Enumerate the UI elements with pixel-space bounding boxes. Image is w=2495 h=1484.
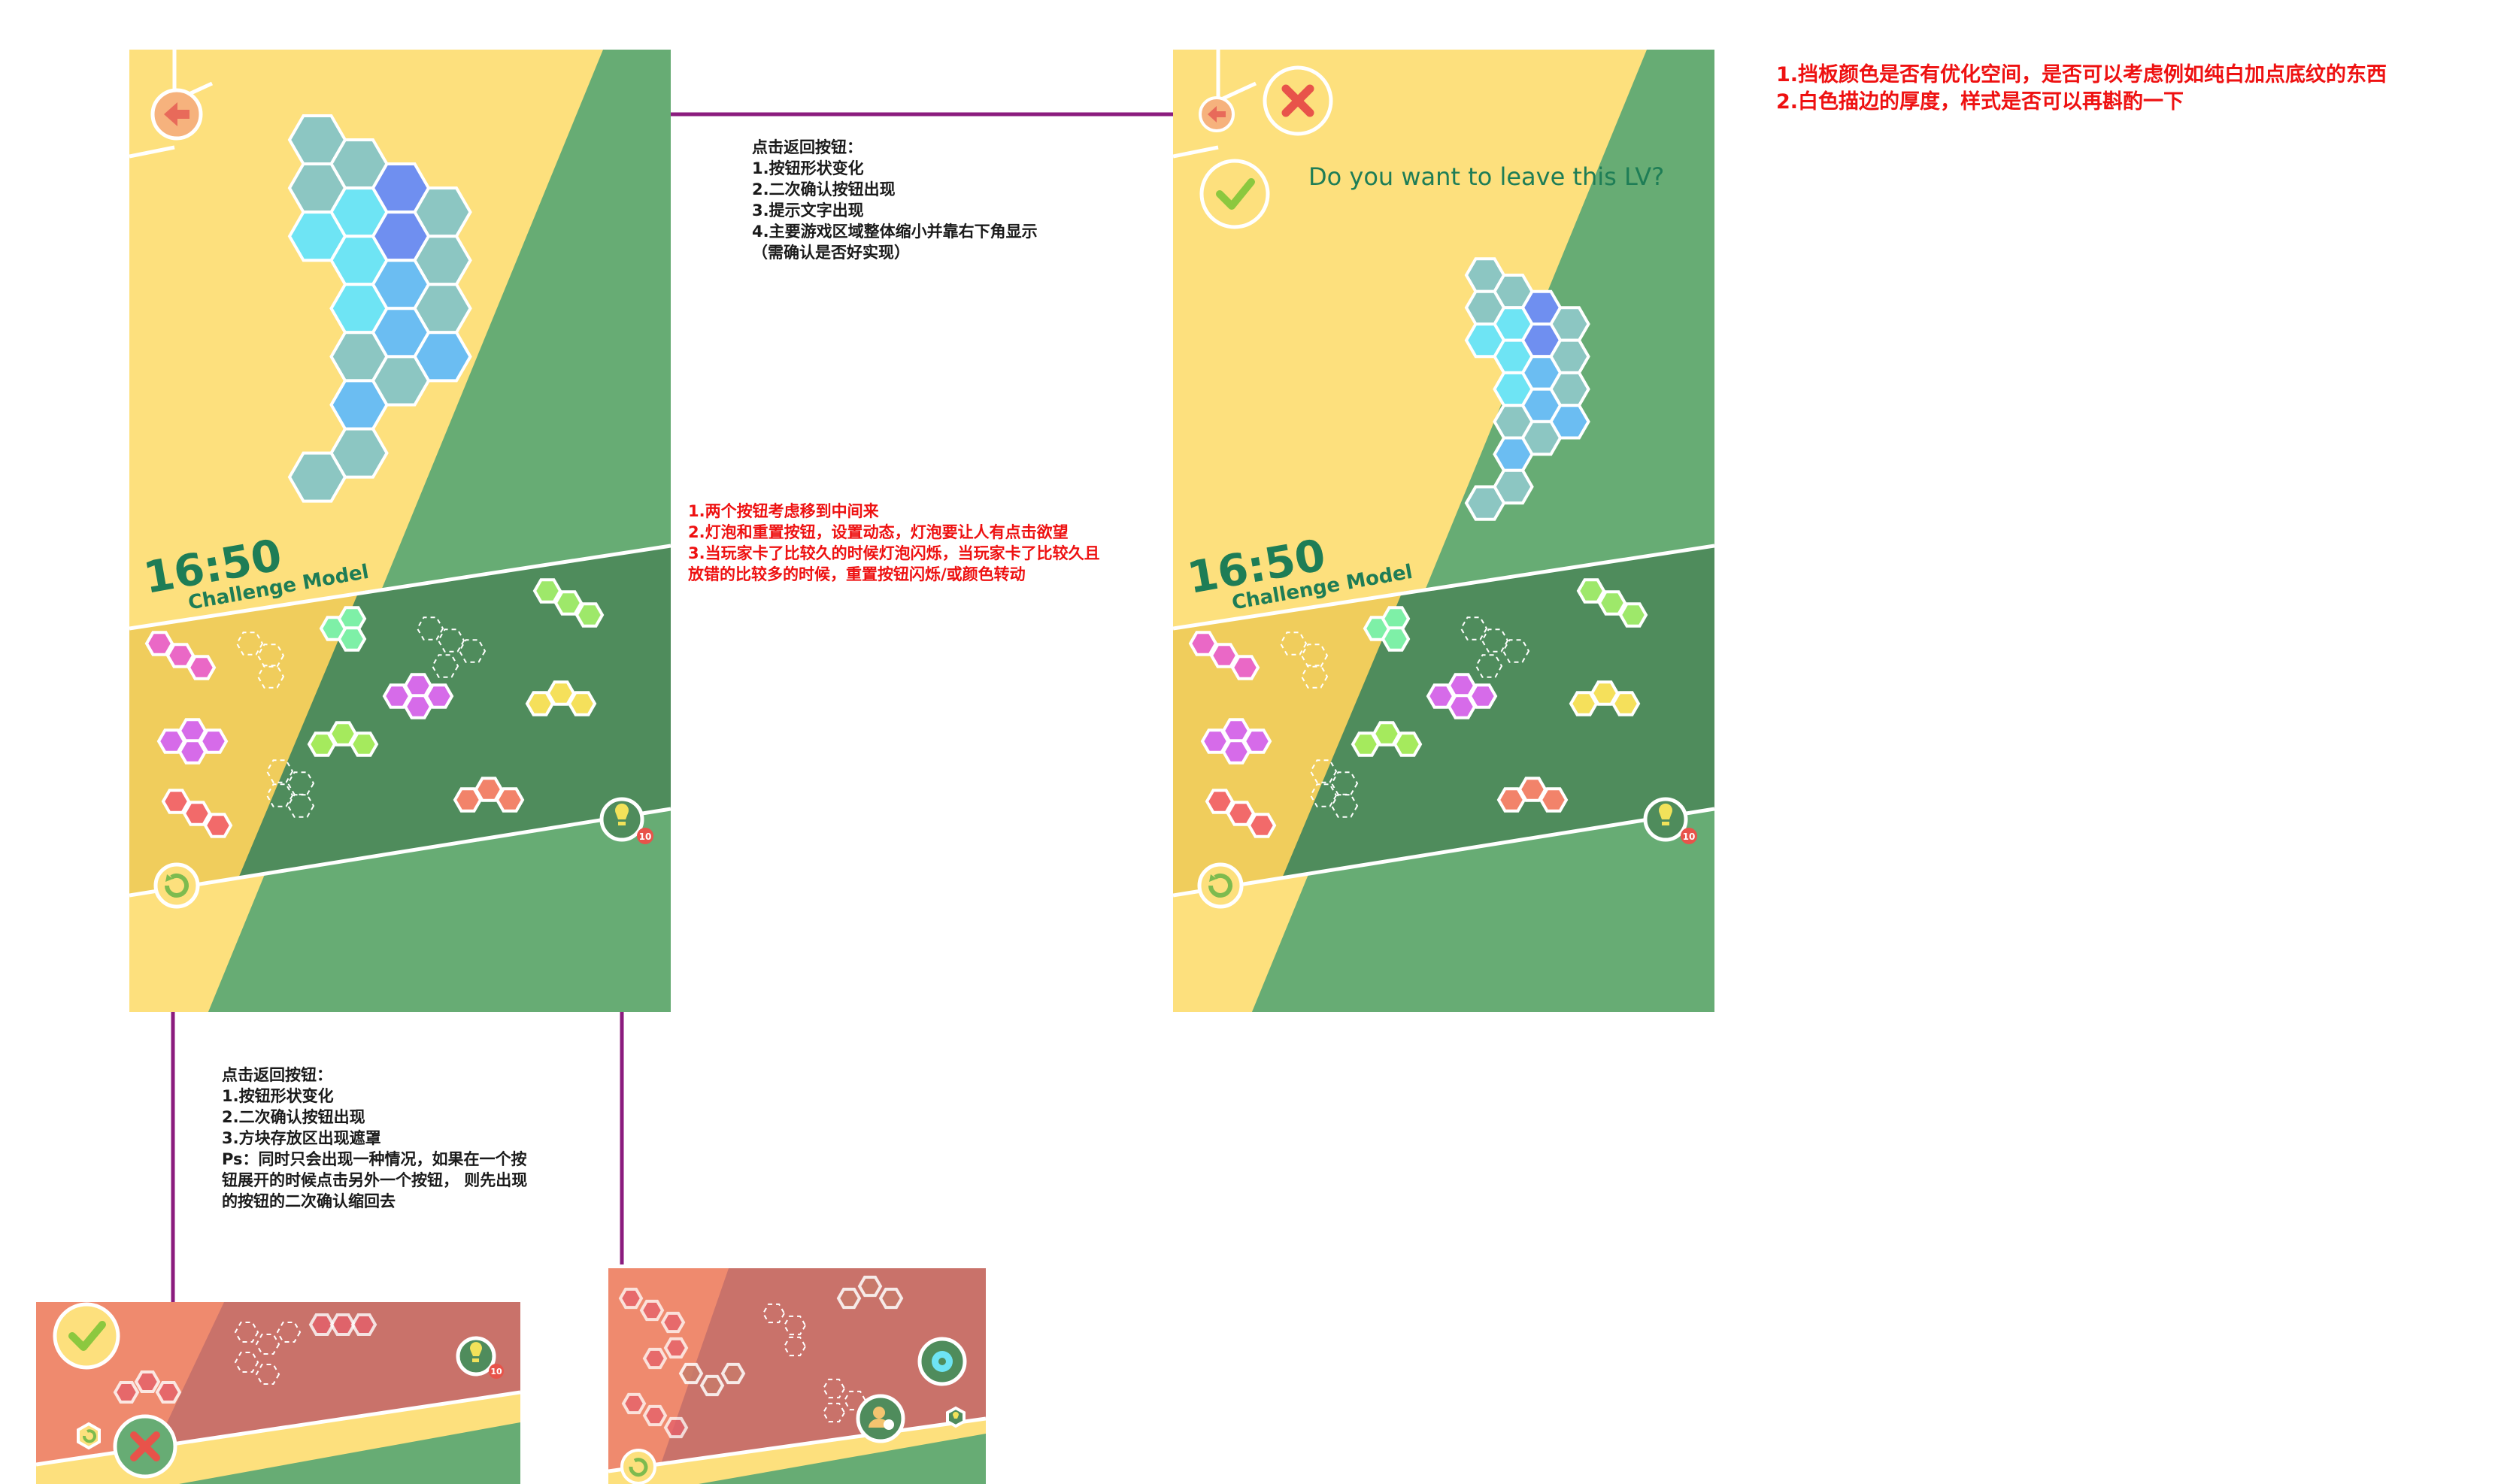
hex-cell	[144, 631, 174, 656]
hex-cell	[1188, 631, 1218, 656]
note-reset-button: 点击返回按钮： 1.按钮形状变化 2.二次确认按钮出现 3.方块存放区出现遮罩 …	[222, 1066, 528, 1210]
hex-cell	[857, 1275, 883, 1298]
svg-text:10: 10	[490, 1367, 502, 1376]
hex-cell	[1520, 419, 1563, 456]
svg-text:10: 10	[1683, 831, 1696, 842]
hex-cell	[134, 1370, 161, 1393]
hex-cell	[618, 1287, 644, 1310]
hex-cell	[424, 683, 454, 709]
hex-cell	[1205, 789, 1235, 814]
hex-cell	[660, 1311, 686, 1334]
cancel-reset-button[interactable]	[113, 1414, 177, 1479]
hex-cell	[1230, 655, 1260, 680]
hex-cell	[1618, 602, 1648, 628]
hex-cell	[350, 1313, 377, 1336]
leave-prompt: Do you want to leave this LV?	[1308, 162, 1665, 191]
confirm-reset-button[interactable]	[53, 1302, 120, 1370]
back-button[interactable]	[1199, 96, 1235, 132]
hex-cell	[182, 801, 212, 826]
hex-cell	[1539, 787, 1569, 813]
cancel-leave-button[interactable]	[1263, 65, 1333, 136]
svg-text:10: 10	[639, 831, 652, 842]
watch-ad-button[interactable]	[856, 1394, 905, 1443]
hex-cell	[836, 1287, 862, 1310]
hex-cell	[349, 731, 379, 757]
share-button[interactable]	[917, 1337, 967, 1386]
hex-cell	[1226, 801, 1256, 826]
reset-button[interactable]	[153, 862, 200, 909]
hex-cell	[663, 1337, 689, 1359]
hex-cell	[621, 1392, 647, 1415]
reset-button[interactable]	[620, 1449, 656, 1484]
hex-cell	[567, 691, 597, 716]
note-top-right: 1.挡板颜色是否有优化空间，是否可以考虑例如纯白加点底纹的东西 2.白色描边的厚…	[1776, 63, 2387, 114]
back-button[interactable]	[150, 88, 203, 141]
hex-cell	[1381, 626, 1411, 652]
hex-cell	[1381, 606, 1411, 631]
hex-cell	[1468, 683, 1498, 709]
hex-cell	[1242, 728, 1272, 754]
hex-cell	[371, 355, 431, 407]
hex-cell	[495, 787, 525, 813]
screen-confirm: 10 Do you want to leave this LV? 16:50 C…	[1173, 50, 1714, 1012]
note-buttons-feedback: 1.两个按钮考虑移到中间来 2.灯泡和重置按钮，设置动态，灯泡要让人有点击欲望 …	[688, 502, 1100, 583]
hex-cell	[203, 813, 233, 838]
user-icon	[873, 1407, 885, 1419]
hex-cell	[186, 655, 217, 680]
hex-cell	[1393, 731, 1423, 757]
hex-cell	[155, 1381, 182, 1404]
hex-cell	[329, 1313, 356, 1336]
hex-cell	[699, 1374, 725, 1397]
hex-cell	[337, 626, 367, 652]
hex-cell	[642, 1404, 668, 1427]
hex-cell	[287, 451, 347, 503]
hex-cell	[1611, 691, 1641, 716]
crop-reset-confirm: 10	[36, 1302, 520, 1484]
hex-cell	[199, 728, 229, 754]
hint-button-collapsed[interactable]	[946, 1406, 966, 1428]
hex-cell	[1209, 643, 1239, 668]
hex-cell	[1464, 485, 1506, 521]
hex-cell	[113, 1381, 140, 1404]
hex-cell	[878, 1287, 904, 1310]
hex-cell	[165, 643, 196, 668]
crop-hint-expanded	[608, 1268, 986, 1484]
hex-cell	[308, 1313, 335, 1336]
screen-main: 10 16:50 Challenge Model	[129, 50, 671, 1012]
hex-cell	[678, 1362, 704, 1385]
hex-cell	[720, 1362, 746, 1385]
hex-cell	[574, 602, 605, 628]
confirm-leave-button[interactable]	[1199, 159, 1270, 229]
hex-cell	[1597, 590, 1627, 616]
hex-cell	[532, 578, 562, 604]
hex-cell	[1247, 813, 1277, 838]
hex-cell	[1576, 578, 1606, 604]
hex-cell	[639, 1299, 665, 1322]
note-back-button: 点击返回按钮： 1.按钮形状变化 2.二次确认按钮出现 3.提示文字出现 4.主…	[752, 138, 1038, 262]
hex-cell	[553, 590, 584, 616]
reset-button-collapsed[interactable]	[77, 1422, 101, 1450]
hex-cell	[642, 1347, 668, 1370]
hex-cell	[663, 1416, 689, 1439]
reset-button[interactable]	[1197, 862, 1244, 909]
hex-cell	[337, 606, 367, 631]
hex-cell	[161, 789, 191, 814]
